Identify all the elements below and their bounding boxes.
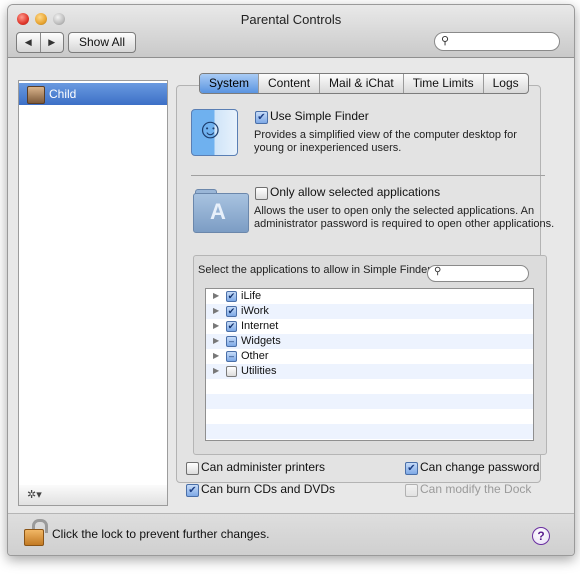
list-item[interactable]: ▶ ✔ Internet — [206, 319, 533, 334]
tab-system[interactable]: System — [200, 74, 259, 93]
app-search-input[interactable]: ⚲ — [427, 265, 529, 282]
preferences-window: Parental Controls ◀ ▶ Show All ⚲ Child ✲… — [7, 4, 575, 556]
tab-bar: System Content Mail & iChat Time Limits … — [199, 73, 529, 94]
user-list: Child — [18, 80, 168, 487]
back-forward-control: ◀ ▶ — [16, 32, 64, 53]
list-item[interactable]: ▶ Utilities — [206, 364, 533, 379]
tab-content[interactable]: Content — [258, 74, 319, 93]
disclosure-triangle-icon[interactable]: ▶ — [213, 366, 219, 375]
empty-row — [206, 379, 533, 394]
simple-finder-checkbox[interactable]: ✔ — [255, 111, 268, 124]
empty-row — [206, 394, 533, 409]
list-item-label: Internet — [241, 320, 279, 332]
disclosure-triangle-icon[interactable]: ▶ — [213, 336, 219, 345]
only-allow-description-2: administrator password is required to op… — [254, 218, 555, 230]
empty-row — [206, 409, 533, 424]
modify-dock-label: Can modify the Dock — [420, 482, 532, 496]
list-item-label: Utilities — [241, 365, 277, 377]
admin-printers-checkbox[interactable] — [186, 462, 199, 475]
divider — [191, 175, 545, 176]
disclosure-triangle-icon[interactable]: ▶ — [213, 351, 219, 360]
burn-cds-label: Can burn CDs and DVDs — [201, 482, 336, 496]
gear-icon[interactable]: ✲▾ — [27, 488, 42, 501]
app-select-label: Select the applications to allow in Simp… — [198, 264, 431, 276]
list-item-label: Other — [241, 350, 269, 362]
admin-printers-label: Can administer printers — [201, 460, 326, 474]
only-allow-description-1: Allows the user to open only the selecte… — [254, 205, 535, 217]
other-checkbox[interactable]: – — [226, 351, 237, 362]
window-title: Parental Controls — [240, 12, 342, 27]
sidebar-action-bar: ✲▾ — [18, 485, 168, 506]
iwork-checkbox[interactable]: ✔ — [226, 306, 237, 317]
show-all-button[interactable]: Show All — [68, 32, 136, 53]
list-item[interactable]: ▶ ✔ iLife — [206, 289, 533, 304]
applications-folder-icon: A — [193, 189, 249, 233]
simple-finder-description-2: young or inexperienced users. — [254, 142, 402, 154]
disclosure-triangle-icon[interactable]: ▶ — [213, 321, 219, 330]
search-icon: ⚲ — [434, 266, 442, 277]
list-item[interactable]: ▶ ✔ iWork — [206, 304, 533, 319]
ilife-checkbox[interactable]: ✔ — [226, 291, 237, 302]
empty-row — [206, 424, 533, 439]
burn-cds-checkbox[interactable]: ✔ — [186, 484, 199, 497]
list-item[interactable]: ▶ – Widgets — [206, 334, 533, 349]
simple-finder-label: Use Simple Finder — [270, 109, 369, 123]
avatar — [27, 86, 45, 104]
tab-logs[interactable]: Logs — [482, 74, 528, 93]
sidebar-item-label: Child — [49, 87, 77, 101]
lock-message: Click the lock to prevent further change… — [52, 527, 270, 541]
modify-dock-checkbox[interactable] — [405, 484, 418, 497]
tab-time-limits[interactable]: Time Limits — [402, 74, 483, 93]
tab-mail-ichat[interactable]: Mail & iChat — [319, 74, 403, 93]
lock-icon[interactable] — [24, 519, 48, 546]
change-password-checkbox[interactable]: ✔ — [405, 462, 418, 475]
list-item[interactable]: ▶ – Other — [206, 349, 533, 364]
widgets-checkbox[interactable]: – — [226, 336, 237, 347]
forward-arrow-icon[interactable]: ▶ — [41, 33, 64, 52]
disclosure-triangle-icon[interactable]: ▶ — [213, 306, 219, 315]
search-icon: ⚲ — [441, 35, 450, 47]
preferences-search-input[interactable]: ⚲ — [434, 32, 560, 51]
utilities-checkbox[interactable] — [226, 366, 237, 377]
disclosure-triangle-icon[interactable]: ▶ — [213, 291, 219, 300]
titlebar: Parental Controls ◀ ▶ Show All ⚲ — [8, 5, 574, 58]
simple-finder-description-1: Provides a simplified view of the comput… — [254, 129, 517, 141]
back-arrow-icon[interactable]: ◀ — [17, 33, 41, 52]
list-item-label: iLife — [241, 290, 262, 302]
only-allow-label: Only allow selected applications — [270, 185, 441, 199]
help-button[interactable]: ? — [532, 527, 550, 545]
list-item-label: iWork — [241, 305, 269, 317]
list-item-label: Widgets — [241, 335, 281, 347]
application-list[interactable]: ▶ ✔ iLife ▶ ✔ iWork ▶ ✔ Internet ▶ – Wid… — [205, 288, 534, 441]
internet-checkbox[interactable]: ✔ — [226, 321, 237, 332]
change-password-label: Can change password — [420, 460, 540, 474]
sidebar-item-child[interactable]: Child — [19, 83, 167, 105]
only-allow-checkbox[interactable] — [255, 187, 268, 200]
finder-icon: ☺ — [191, 109, 238, 156]
